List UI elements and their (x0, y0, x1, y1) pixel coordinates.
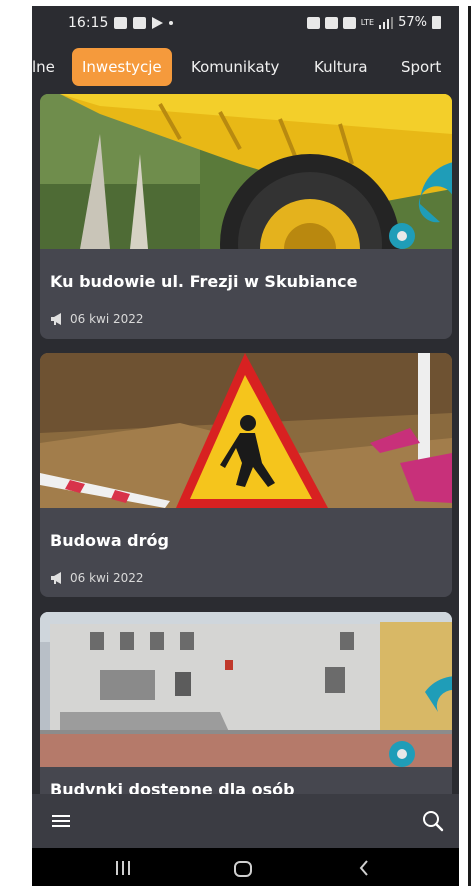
status-left: 16:15 (68, 15, 174, 31)
article-date-text: 06 kwi 2022 (70, 312, 144, 326)
status-time: 16:15 (68, 15, 109, 31)
mute-icon (342, 16, 356, 29)
article-date: 06 kwi 2022 (50, 571, 144, 585)
megaphone-icon (51, 313, 61, 325)
tab-sport[interactable]: Sport (401, 48, 441, 86)
home-icon[interactable] (233, 860, 253, 878)
gallery-icon (114, 17, 128, 29)
back-icon[interactable] (358, 860, 370, 876)
network-label: LTE (360, 18, 375, 27)
screen-right-margin (459, 6, 474, 886)
hamburger-icon[interactable] (52, 813, 70, 829)
status-bar: 16:15 LTE 57% (32, 6, 459, 40)
status-right: LTE 57% (306, 15, 441, 30)
battery-percent: 57% (398, 15, 427, 30)
tab-komunikaty[interactable]: Komunikaty (191, 48, 279, 86)
system-nav-bar (32, 848, 459, 886)
dump-truck-image (40, 94, 452, 249)
search-icon[interactable] (422, 810, 444, 832)
article-card[interactable]: Budowa dróg 06 kwi 2022 (40, 353, 452, 597)
notification-icon (133, 17, 147, 29)
article-date: 06 kwi 2022 (50, 312, 144, 326)
battery-icon (432, 16, 441, 29)
youtube-icon (152, 17, 164, 29)
article-card[interactable]: Budynki dostepne dla osób (40, 612, 452, 802)
tab-inwestycje[interactable]: Inwestycje (72, 48, 172, 86)
megaphone-icon (51, 572, 61, 584)
article-title[interactable]: Ku budowie ul. Frezji w Skubiance (50, 272, 357, 291)
road-works-image (40, 353, 452, 508)
building-image (40, 612, 452, 767)
alarm-icon (324, 16, 338, 29)
article-title[interactable]: Budowa dróg (50, 531, 169, 550)
more-dot-icon (169, 21, 174, 25)
signal-icon (379, 16, 394, 29)
tab-lne[interactable]: lne (32, 48, 55, 86)
article-date-text: 06 kwi 2022 (70, 571, 144, 585)
phone-screen: 16:15 LTE 57% lne Inwestycje Komunikaty … (32, 6, 459, 886)
tab-kultura[interactable]: Kultura (314, 48, 368, 86)
article-card[interactable]: Ku budowie ul. Frezji w Skubiance 06 kwi… (40, 94, 452, 339)
bottom-app-bar (32, 794, 459, 848)
recents-icon[interactable] (115, 861, 131, 875)
lock-icon (306, 16, 320, 29)
category-tabs: lne Inwestycje Komunikaty Kultura Sport (32, 48, 459, 90)
screen-border-line (468, 6, 471, 886)
